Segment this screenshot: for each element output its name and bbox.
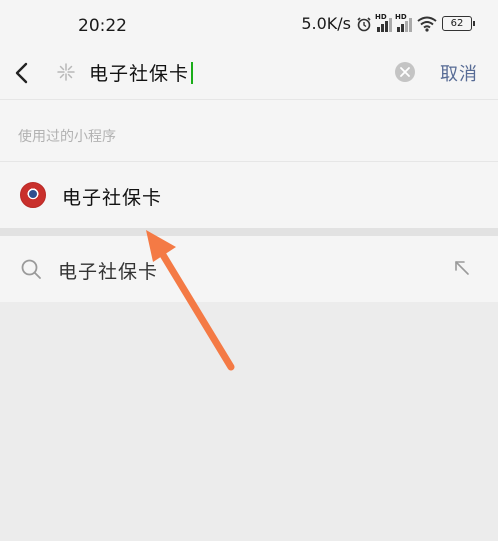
- signal-1-badge: HD: [375, 12, 387, 21]
- search-input[interactable]: 电子社保卡: [89, 59, 194, 86]
- social-security-logo: [20, 182, 46, 208]
- wifi-icon: [417, 16, 437, 32]
- alarm-icon: [357, 16, 371, 31]
- section-divider: [0, 228, 498, 236]
- status-indicators: 5.0K/s HD HD 62: [301, 12, 475, 33]
- battery-icon: 62: [442, 16, 475, 31]
- history-section-header: 使用过的小程序: [0, 100, 498, 162]
- signal-2-icon: HD: [395, 12, 412, 32]
- search-bar: 电子社保卡 取消: [0, 46, 498, 100]
- sparkle-icon: [57, 63, 75, 81]
- signal-1-icon: HD: [375, 12, 392, 32]
- empty-results-area: [0, 302, 498, 541]
- net-speed: 5.0K/s: [301, 14, 351, 33]
- status-time: 20:22: [78, 16, 127, 36]
- close-icon: [400, 67, 410, 77]
- search-suggestion-item[interactable]: 电子社保卡: [0, 236, 498, 302]
- arrow-up-left-icon[interactable]: [452, 258, 472, 278]
- back-arrow-icon[interactable]: [12, 59, 32, 87]
- mini-program-item[interactable]: 电子社保卡: [0, 162, 498, 228]
- search-icon: [21, 259, 41, 279]
- history-section-title: 使用过的小程序: [18, 129, 116, 145]
- mini-program-label: 电子社保卡: [62, 187, 163, 209]
- clear-search-button[interactable]: [395, 62, 415, 82]
- suggestion-label: 电子社保卡: [58, 261, 159, 283]
- text-caret: [191, 61, 194, 84]
- status-bar: 20:22 5.0K/s HD HD 62: [0, 0, 498, 46]
- cancel-button[interactable]: 取消: [440, 60, 478, 86]
- search-query: 电子社保卡: [89, 63, 190, 85]
- battery-level: 62: [450, 18, 464, 29]
- signal-2-badge: HD: [395, 12, 407, 21]
